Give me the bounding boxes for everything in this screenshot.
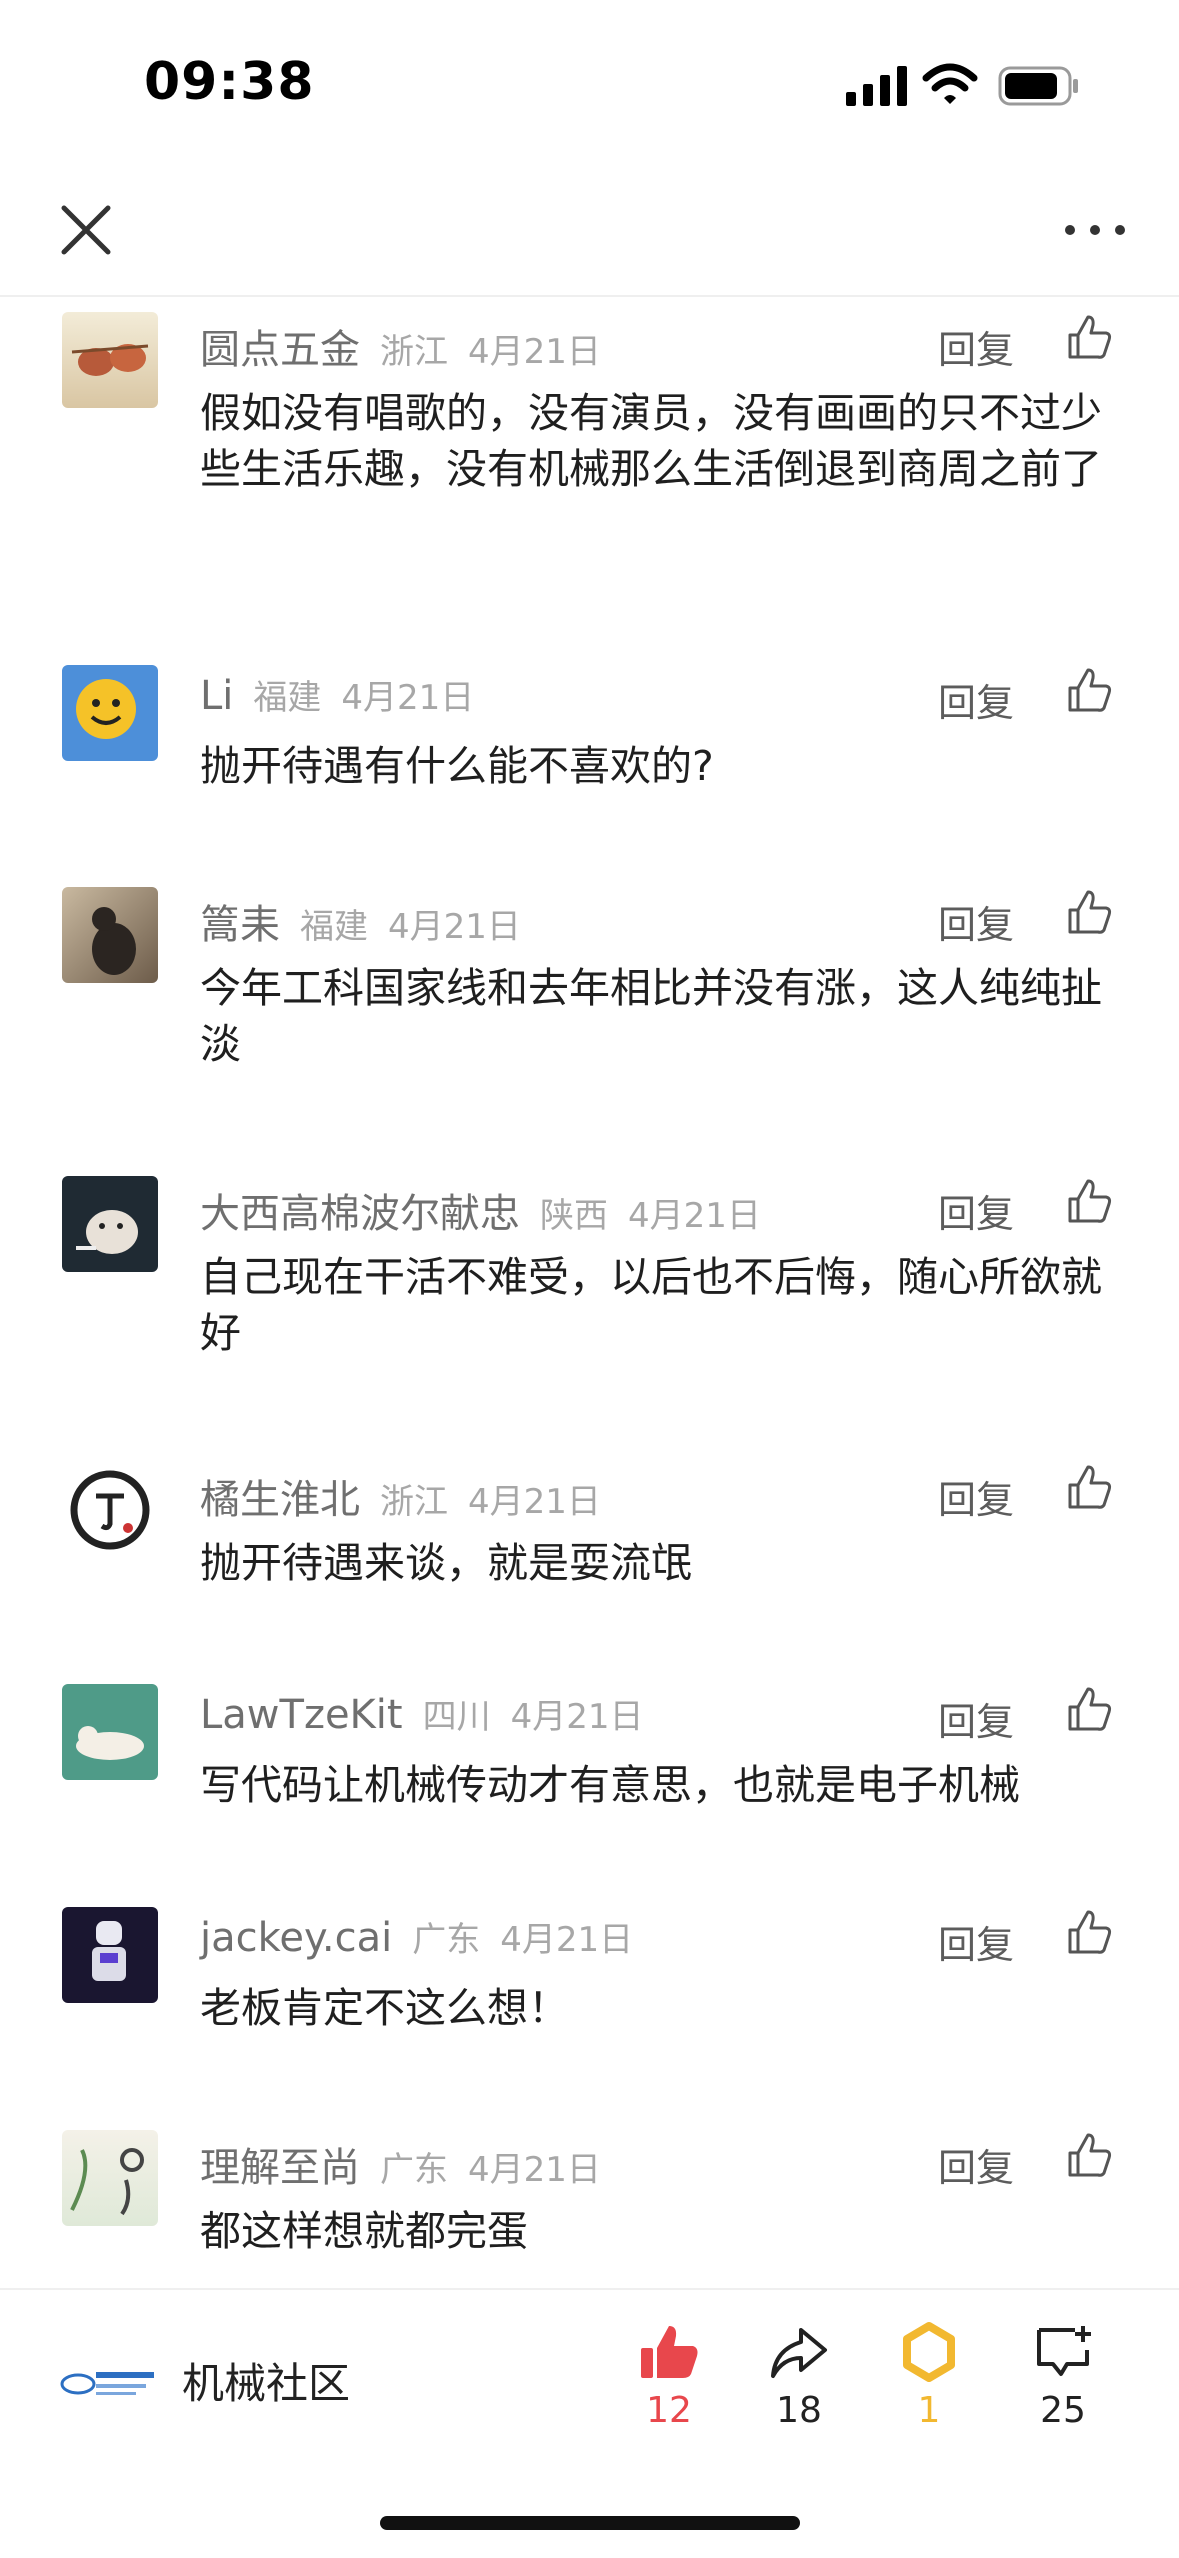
reply-button[interactable]: 回复 — [938, 894, 1014, 949]
reply-button[interactable]: 回复 — [938, 2137, 1014, 2192]
reply-button[interactable]: 回复 — [938, 1914, 1014, 1969]
sleeping-animal-avatar-icon — [76, 1726, 144, 1760]
user-avatar[interactable] — [62, 1462, 158, 1558]
thumbs-up-icon[interactable] — [1064, 1177, 1114, 1227]
user-avatar[interactable] — [62, 665, 158, 761]
favorite-count: 1 — [917, 2390, 941, 2431]
status-time: 09:38 — [144, 52, 315, 112]
comment-author[interactable]: 橘生淮北 — [200, 1477, 360, 1523]
comment-text: 老板肯定不这么想！ — [200, 1984, 569, 2032]
comment-region: 广东 — [380, 2150, 448, 2190]
comment-region: 陕西 — [540, 1196, 608, 1236]
comment-date: 4月21日 — [500, 1920, 634, 1960]
reply-button[interactable]: 回复 — [938, 672, 1014, 727]
comment-text: 抛开待遇来谈，就是耍流氓 — [200, 1539, 692, 1587]
user-avatar[interactable] — [62, 1176, 158, 1272]
thumbs-up-icon[interactable] — [1064, 2131, 1114, 2181]
thumbs-up-icon[interactable] — [1064, 666, 1114, 716]
thumbs-up-icon[interactable] — [1064, 1685, 1114, 1735]
comment-date: 4月21日 — [388, 907, 521, 947]
comment-date: 4月21日 — [341, 678, 475, 718]
sunglasses-avatar-icon — [71, 344, 149, 376]
comment-region: 福建 — [300, 907, 368, 947]
user-avatar[interactable] — [62, 1907, 158, 2003]
comment-region: 浙江 — [380, 1482, 448, 1522]
thumbs-up-icon[interactable] — [1064, 1463, 1114, 1513]
top-nav-bar — [0, 170, 1179, 297]
favorite-action[interactable]: 1 — [869, 2320, 989, 2431]
robot-avatar-icon — [92, 1921, 126, 1981]
comment-author[interactable]: LawTzeKit — [200, 1692, 403, 1738]
reply-button[interactable]: 回复 — [938, 1469, 1014, 1524]
thumbs-up-icon[interactable] — [1064, 888, 1114, 938]
brand-logo[interactable] — [58, 2360, 158, 2400]
comment-region: 浙江 — [380, 332, 448, 372]
comment-author[interactable]: 圆点五金 — [200, 327, 360, 373]
share-icon — [771, 2328, 827, 2378]
comment-author[interactable]: 篙耒 — [200, 902, 280, 948]
comment-text: 假如没有唱歌的，没有演员，没有画画的只不过少些生活乐趣，没有机械那么生活倒退到商… — [200, 389, 1102, 493]
comment-text: 自己现在干活不难受，以后也不后悔，随心所欲就好 — [200, 1253, 1102, 1357]
battery-icon — [998, 66, 1078, 106]
hamster-avatar-icon — [76, 1210, 138, 1254]
comment-date: 4月21日 — [468, 332, 601, 372]
comment-text: 今年工科国家线和去年相比并没有涨，这人纯纯扯淡 — [200, 964, 1102, 1068]
comment-text: 写代码让机械传动才有意思，也就是电子机械 — [200, 1761, 1020, 1809]
comment-region: 福建 — [253, 678, 322, 718]
share-count: 18 — [776, 2390, 822, 2431]
comment-date: 4月21日 — [468, 2150, 601, 2190]
comment-author[interactable]: 理解至尚 — [200, 2145, 360, 2191]
more-options-icon[interactable] — [1060, 212, 1130, 248]
user-avatar[interactable] — [62, 2130, 158, 2226]
hexagon-star-icon — [903, 2322, 955, 2382]
thumbs-up-icon[interactable] — [1064, 1908, 1114, 1958]
thumbs-up-filled-icon — [641, 2326, 698, 2378]
ink-circle-avatar-icon — [70, 1470, 150, 1550]
user-avatar[interactable] — [62, 1684, 158, 1780]
like-action[interactable]: 12 — [609, 2320, 729, 2431]
like-count: 12 — [646, 2390, 692, 2431]
comment-date: 4月21日 — [628, 1196, 761, 1236]
comment-action[interactable]: 25 — [1003, 2320, 1123, 2431]
reply-button[interactable]: 回复 — [938, 319, 1014, 374]
comment-region: 广东 — [412, 1920, 481, 1960]
comment-text: 都这样想就都完蛋 — [200, 2207, 528, 2255]
comment-author[interactable]: Li — [200, 673, 233, 719]
share-action[interactable]: 18 — [739, 2320, 859, 2431]
comment-text: 抛开待遇有什么能不喜欢的? — [200, 742, 714, 790]
user-avatar[interactable] — [62, 312, 158, 408]
signal-icon — [846, 66, 907, 106]
comment-region: 四川 — [422, 1697, 491, 1737]
comment-add-icon — [1037, 2326, 1091, 2376]
cat-avatar-icon — [92, 907, 136, 975]
reply-button[interactable]: 回复 — [938, 1183, 1014, 1238]
brand-name[interactable]: 机械社区 — [182, 2350, 350, 2411]
comment-author[interactable]: 大西高棉波尔献忠 — [200, 1191, 520, 1237]
comment-count: 25 — [1040, 2390, 1086, 2431]
comment-date: 4月21日 — [468, 1482, 601, 1522]
wifi-icon — [922, 63, 978, 104]
home-indicator — [380, 2516, 800, 2530]
close-icon[interactable] — [56, 200, 116, 260]
ink-painting-avatar-icon — [70, 2148, 144, 2216]
smiley-avatar-icon — [76, 679, 136, 739]
comment-author[interactable]: jackey.cai — [200, 1915, 392, 1961]
comment-date: 4月21日 — [510, 1697, 644, 1737]
user-avatar[interactable] — [62, 887, 158, 983]
reply-button[interactable]: 回复 — [938, 1691, 1014, 1746]
thumbs-up-icon[interactable] — [1064, 313, 1114, 363]
status-bar: 09:38 — [0, 0, 1179, 170]
